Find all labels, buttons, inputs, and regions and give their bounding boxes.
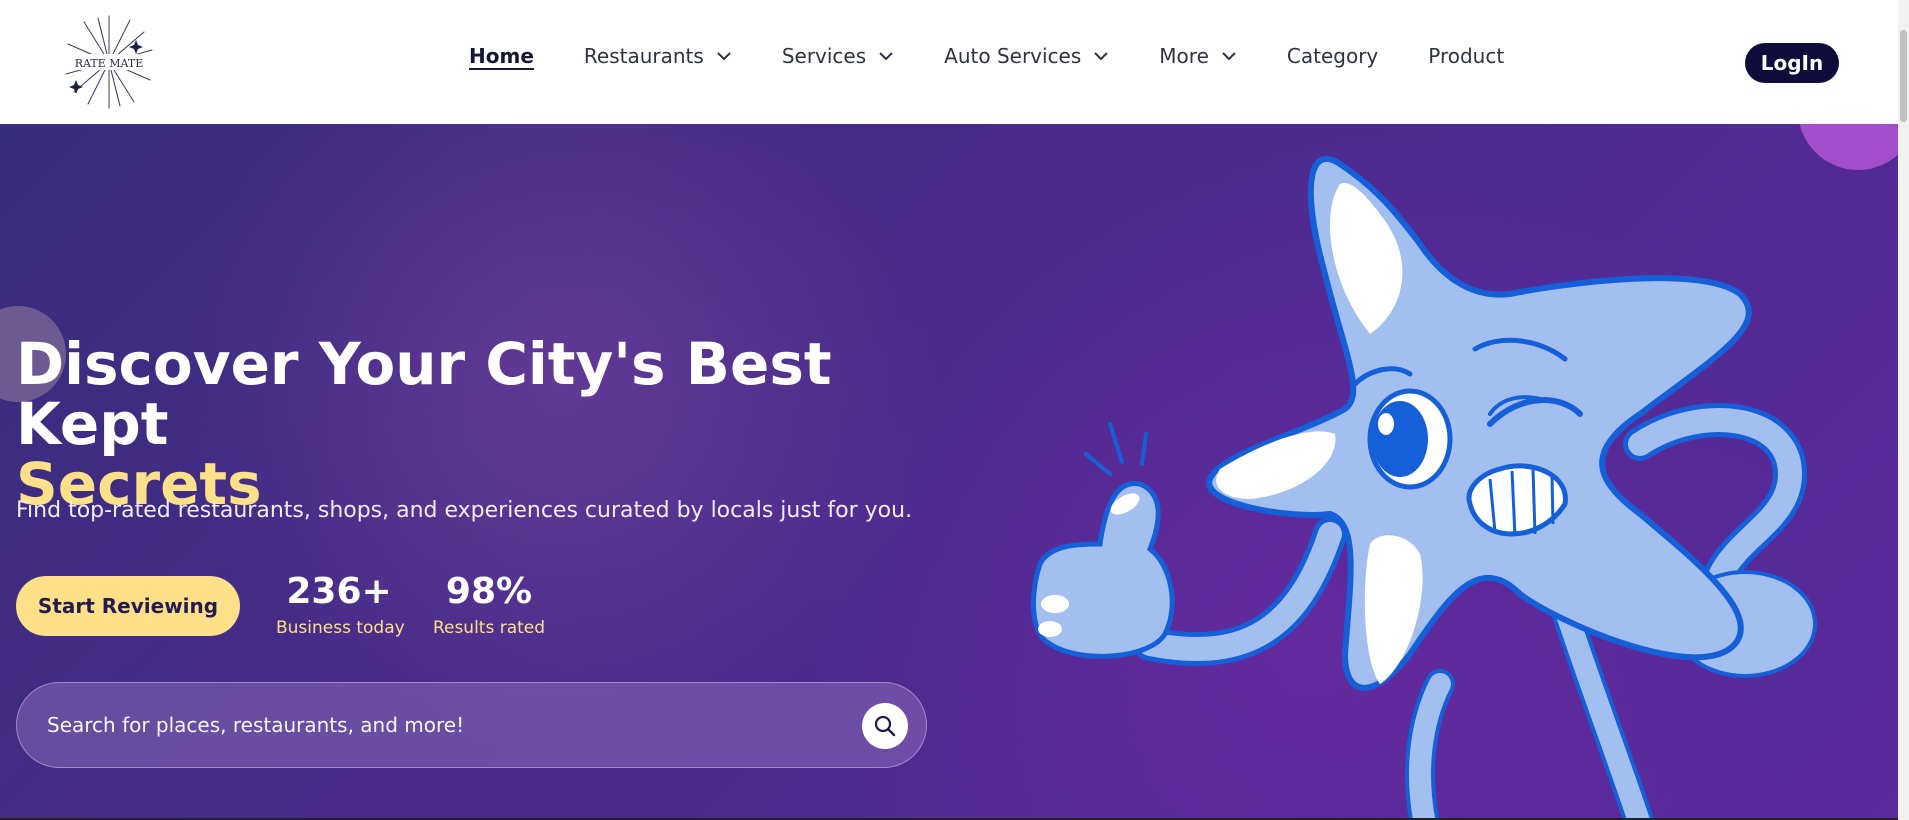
star-mascot-illustration [1030,156,1817,820]
logo-icon[interactable]: RATE MATE [64,14,154,110]
login-button[interactable]: LogIn [1745,43,1839,83]
nav-item-label: More [1159,44,1209,68]
chevron-down-icon [1094,52,1109,61]
nav-item-category[interactable]: Category [1287,44,1378,68]
site-header: RATE MATE Home Restaurants Services Auto… [0,0,1898,124]
nav-item-label: Services [781,44,867,68]
stat-label: Business today [276,618,405,638]
nav-item-label: Restaurants [583,44,704,68]
chevron-down-icon [717,52,731,61]
search-input[interactable] [47,705,827,745]
stat-value: 236+ [286,571,392,612]
nav-item-label: Auto Services [944,44,1082,68]
page-scrollbar[interactable] [1898,0,1909,820]
stat-results-rated: 98% Results rated [431,570,547,638]
search-button[interactable] [862,703,908,749]
svg-text:RATE MATE: RATE MATE [75,57,143,70]
hero-section: Discover Your City's Best Kept Secrets F… [0,124,1898,820]
stat-value: 98% [445,571,533,612]
hero-subtitle: Find top-rated restaurants, shops, and e… [16,498,913,523]
nav-item-restaurants[interactable]: Restaurants [584,44,732,68]
main-nav: Home Restaurants Services Auto Services … [469,44,1554,68]
nav-item-services[interactable]: Services [782,44,894,68]
nav-item-product[interactable]: Product [1428,44,1504,68]
stat-label: Results rated [432,618,546,638]
stat-business-today: 236+ Business today [276,570,405,638]
chevron-down-icon [879,52,893,61]
nav-item-home[interactable]: Home [469,44,534,68]
hero-title: Discover Your City's Best Kept Secrets [16,334,896,514]
hero-title-main: Discover Your City's Best Kept [16,330,832,458]
chevron-down-icon [1222,52,1236,61]
nav-item-auto-services[interactable]: Auto Services [944,44,1109,68]
search-icon [874,715,896,737]
start-reviewing-button[interactable]: Start Reviewing [16,576,240,636]
scrollbar-thumb[interactable] [1900,30,1907,122]
nav-item-label: Category [1286,44,1379,68]
search-bar [16,682,927,768]
nav-item-more[interactable]: More [1159,44,1237,68]
nav-item-label: Product [1428,44,1505,68]
nav-item-label: Home [469,44,534,68]
